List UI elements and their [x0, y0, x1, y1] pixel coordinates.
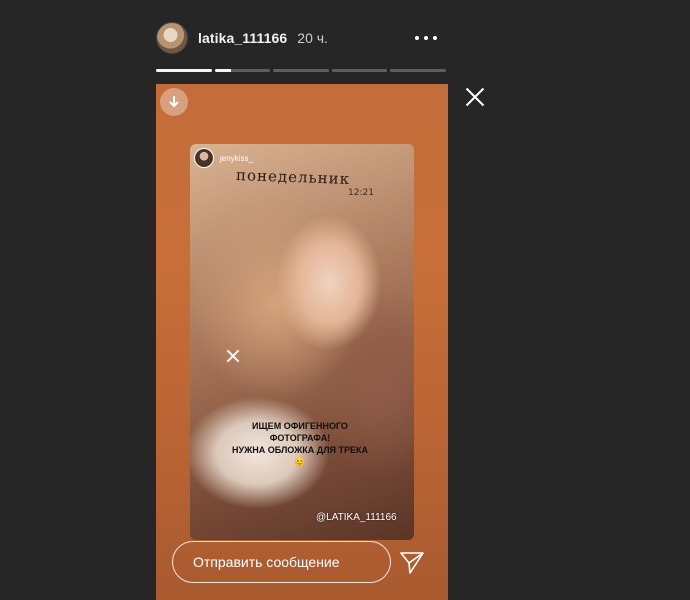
- story-progress: [156, 69, 446, 72]
- story-caption: ИЩЕМ ОФИГЕННОГО ФОТОГРАФА! НУЖНА ОБЛОЖКА…: [232, 421, 368, 467]
- progress-segment: [156, 69, 212, 72]
- story-frame: jenykiss_ понедельник 12:21 ИЩЕМ ОФИГЕНН…: [156, 84, 448, 600]
- reply-placeholder: Отправить сообщение: [193, 554, 340, 570]
- mention-text[interactable]: @LATIKA_111166: [316, 512, 397, 523]
- weekday-text: понедельник: [235, 166, 351, 188]
- progress-segment: [214, 69, 271, 72]
- send-icon[interactable]: [400, 552, 424, 574]
- reply-input[interactable]: Отправить сообщение: [172, 541, 391, 583]
- profile-username[interactable]: latika_111166: [198, 30, 287, 46]
- more-dot: [415, 36, 419, 40]
- story-header: latika_111166 20 ч.: [156, 18, 446, 58]
- embedded-username: jenykiss_: [220, 153, 253, 163]
- download-icon[interactable]: [160, 88, 188, 116]
- progress-segment: [273, 69, 329, 72]
- story-photo: jenykiss_ понедельник 12:21 ИЩЕМ ОФИГЕНН…: [190, 144, 414, 540]
- progress-segment: [331, 69, 388, 72]
- photo-time-text: 12:21: [348, 188, 374, 198]
- sparkle-icon: [225, 348, 241, 364]
- more-options-icon[interactable]: [415, 28, 437, 48]
- more-dot: [424, 36, 428, 40]
- embedded-avatar: [194, 148, 214, 168]
- post-time: 20 ч.: [297, 30, 328, 46]
- more-dot: [433, 36, 437, 40]
- profile-avatar[interactable]: [156, 22, 188, 54]
- progress-segment: [390, 69, 446, 72]
- embedded-user: jenykiss_: [194, 148, 253, 168]
- close-icon[interactable]: [464, 86, 486, 108]
